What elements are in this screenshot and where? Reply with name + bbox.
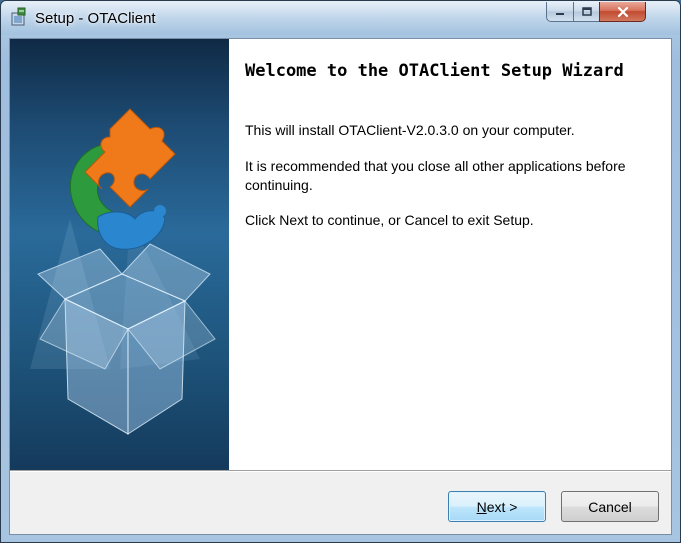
- next-button[interactable]: Next >: [448, 491, 546, 522]
- cancel-button[interactable]: Cancel: [561, 491, 659, 522]
- window-title: Setup - OTAClient: [35, 10, 156, 27]
- minimize-icon: [556, 12, 564, 15]
- setup-app-icon[interactable]: [9, 7, 29, 27]
- footer-separator: [10, 470, 671, 472]
- minimize-button[interactable]: [546, 2, 574, 22]
- close-button[interactable]: [599, 2, 646, 22]
- wizard-title: Welcome to the OTAClient Setup Wizard: [245, 61, 624, 81]
- title-bar[interactable]: Setup - OTAClient: [1, 1, 680, 35]
- wizard-client-area: Welcome to the OTAClient Setup Wizard Th…: [9, 38, 672, 535]
- install-info-text: This will install OTAClient-V2.0.3.0 on …: [245, 122, 575, 138]
- wizard-content: Welcome to the OTAClient Setup Wizard Th…: [229, 39, 671, 470]
- next-label: ext >: [486, 498, 518, 515]
- close-icon: [617, 6, 628, 17]
- wizard-side-image: [10, 39, 229, 470]
- next-accelerator: N: [476, 498, 487, 515]
- recommendation-text: It is recommended that you close all oth…: [245, 158, 626, 193]
- maximize-icon: [581, 6, 592, 16]
- instruction-text: Click Next to continue, or Cancel to exi…: [245, 212, 534, 228]
- setup-window: Setup - OTAClient Welcome to the OTAClie…: [0, 0, 681, 543]
- puzzle-box-illustration: [30, 108, 216, 435]
- maximize-button[interactable]: [573, 2, 600, 22]
